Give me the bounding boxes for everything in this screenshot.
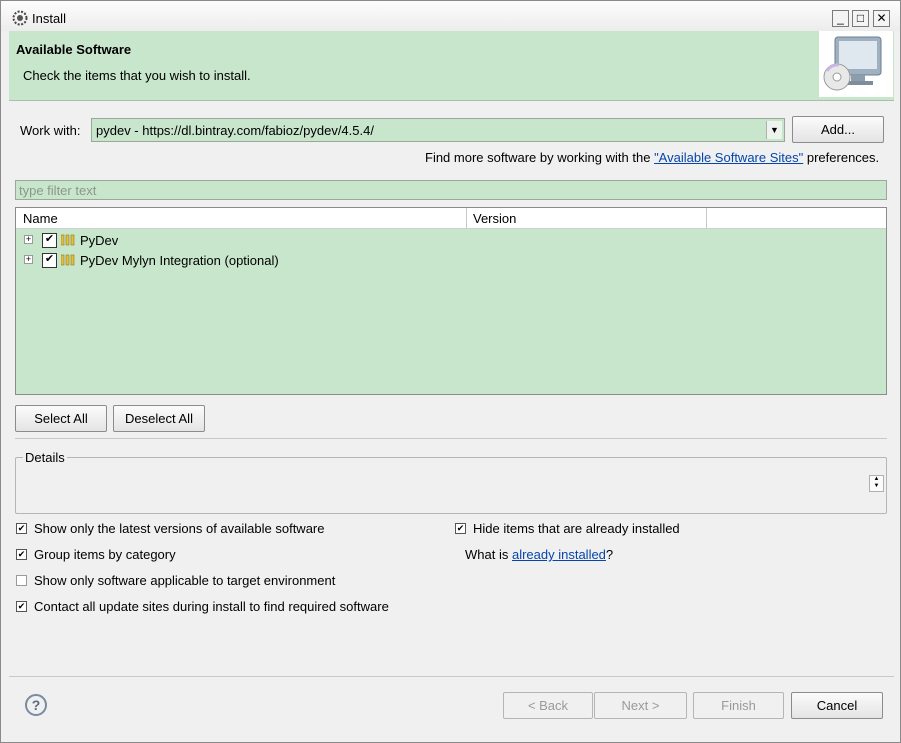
details-scroll-spinner[interactable]: ▲ ▼ bbox=[869, 475, 884, 492]
install-computer-icon bbox=[819, 31, 893, 97]
title-bar: Install _ □ ✕ bbox=[1, 1, 900, 31]
find-more-prefix: Find more software by working with the bbox=[425, 150, 651, 165]
applicable-only-checkbox[interactable] bbox=[16, 575, 27, 586]
group-by-category-label: Group items by category bbox=[34, 547, 176, 562]
what-is-installed: What is already installed? bbox=[465, 547, 613, 562]
eclipse-gear-icon bbox=[12, 10, 28, 26]
add-site-button[interactable]: Add... bbox=[792, 116, 884, 143]
applicable-only-label: Show only software applicable to target … bbox=[34, 573, 336, 588]
deselect-all-button[interactable]: Deselect All bbox=[113, 405, 205, 432]
hide-installed-checkbox[interactable]: ✔ bbox=[455, 523, 466, 534]
feature-group-icon bbox=[61, 254, 75, 266]
expand-icon[interactable]: + bbox=[24, 255, 33, 264]
table-row[interactable]: + ✔ PyDev Mylyn Integration (optional) bbox=[16, 250, 886, 270]
work-with-combo[interactable]: pydev - https://dl.bintray.com/fabioz/py… bbox=[91, 118, 785, 142]
back-button[interactable]: < Back bbox=[503, 692, 593, 719]
row-checkbox[interactable]: ✔ bbox=[42, 233, 57, 248]
page-description: Check the items that you wish to install… bbox=[23, 68, 251, 83]
latest-versions-checkbox[interactable]: ✔ bbox=[16, 523, 27, 534]
finish-button[interactable]: Finish bbox=[693, 692, 784, 719]
hide-installed-label: Hide items that are already installed bbox=[473, 521, 680, 536]
table-row[interactable]: + ✔ PyDev bbox=[16, 230, 886, 250]
filter-input[interactable]: type filter text bbox=[15, 180, 887, 200]
next-button[interactable]: Next > bbox=[594, 692, 687, 719]
available-software-sites-link[interactable]: "Available Software Sites" bbox=[654, 150, 803, 165]
find-more-text: Find more software by working with the "… bbox=[425, 150, 879, 165]
contact-sites-label: Contact all update sites during install … bbox=[34, 599, 389, 614]
find-more-suffix: preferences. bbox=[806, 150, 880, 165]
maximize-button[interactable]: □ bbox=[852, 10, 869, 27]
work-with-label: Work with: bbox=[20, 123, 81, 138]
header-banner: Available Software Check the items that … bbox=[9, 31, 894, 101]
divider bbox=[15, 438, 887, 439]
what-is-suffix: ? bbox=[605, 547, 614, 562]
what-is-prefix: What is bbox=[465, 547, 509, 562]
column-name[interactable]: Name bbox=[23, 211, 58, 226]
column-version[interactable]: Version bbox=[473, 211, 516, 226]
minimize-button[interactable]: _ bbox=[832, 10, 849, 27]
select-all-button[interactable]: Select All bbox=[15, 405, 107, 432]
column-divider[interactable] bbox=[706, 208, 707, 229]
row-label: PyDev bbox=[80, 233, 119, 248]
column-divider[interactable] bbox=[466, 208, 467, 229]
row-checkbox[interactable]: ✔ bbox=[42, 253, 57, 268]
close-button[interactable]: ✕ bbox=[873, 10, 890, 27]
window-title: Install bbox=[32, 11, 66, 26]
details-group bbox=[15, 457, 887, 514]
group-by-category-checkbox[interactable]: ✔ bbox=[16, 549, 27, 560]
page-title: Available Software bbox=[16, 42, 132, 57]
contact-sites-checkbox[interactable]: ✔ bbox=[16, 601, 27, 612]
latest-versions-label: Show only the latest versions of availab… bbox=[34, 521, 325, 536]
already-installed-link[interactable]: already installed bbox=[512, 547, 606, 562]
filter-placeholder: type filter text bbox=[19, 183, 97, 198]
details-label: Details bbox=[23, 450, 67, 465]
expand-icon[interactable]: + bbox=[24, 235, 33, 244]
install-dialog: Install _ □ ✕ Available Software Check t… bbox=[0, 0, 901, 743]
table-header: Name Version bbox=[16, 208, 886, 229]
row-label: PyDev Mylyn Integration (optional) bbox=[80, 253, 279, 268]
chevron-down-icon[interactable]: ▼ bbox=[766, 121, 782, 139]
software-table[interactable]: Name Version + ✔ PyDev + ✔ PyDev Mylyn I bbox=[15, 207, 887, 395]
help-icon[interactable]: ? bbox=[25, 694, 47, 716]
work-with-value: pydev - https://dl.bintray.com/fabioz/py… bbox=[96, 123, 374, 138]
feature-group-icon bbox=[61, 234, 75, 246]
footer-divider bbox=[9, 676, 894, 677]
cancel-button[interactable]: Cancel bbox=[791, 692, 883, 719]
